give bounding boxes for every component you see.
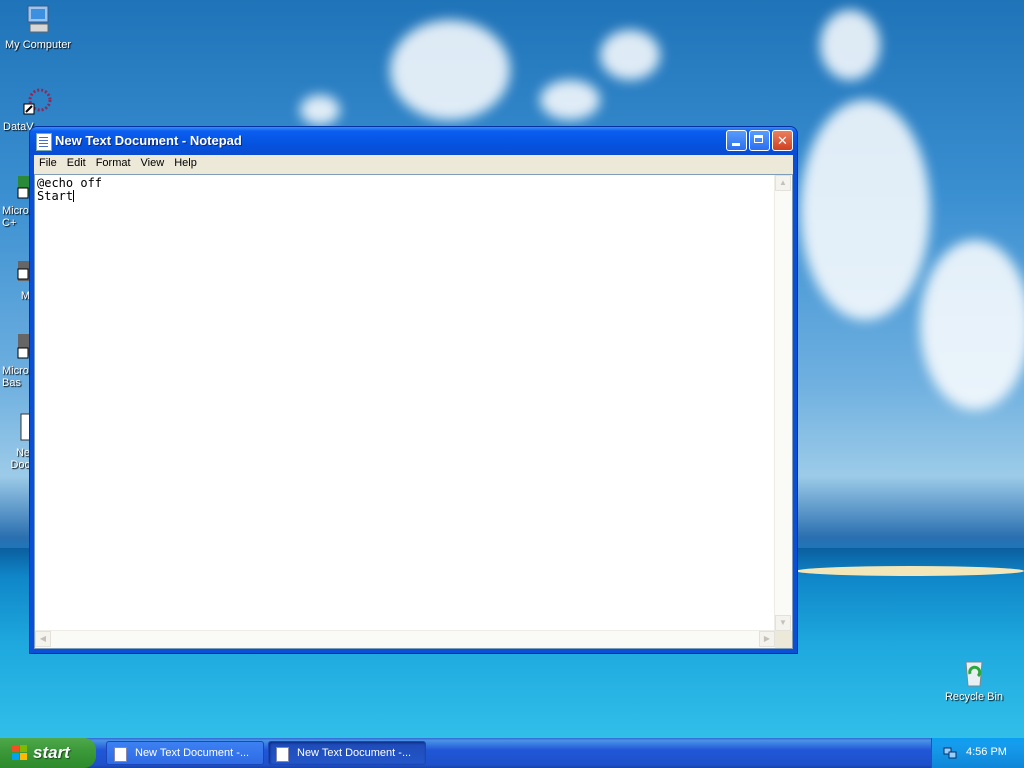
island (796, 566, 1024, 576)
start-label: start (33, 743, 70, 762)
cloud (300, 95, 340, 125)
taskbar: start New Text Document -... New Text Do… (0, 738, 1024, 768)
network-icon[interactable] (943, 746, 957, 760)
text-line-current: Start (37, 190, 775, 203)
maximize-icon (754, 135, 763, 143)
resize-grip[interactable] (775, 631, 792, 648)
computer-icon (22, 4, 54, 36)
notepad-icon (276, 747, 289, 762)
cloud (540, 80, 600, 120)
desktop-icon-datav[interactable]: DataV (0, 86, 52, 133)
windows-logo-icon (12, 745, 28, 761)
taskbar-item-label: New Text Document -... (297, 747, 412, 759)
scroll-left-button[interactable]: ◀ (35, 631, 51, 647)
desktop-icon-label: My Computer (4, 39, 72, 51)
desktop-icon-label: M (20, 290, 30, 302)
desktop-icon-recycle-bin[interactable]: Recycle Bin (936, 656, 1012, 703)
notepad-icon (114, 747, 127, 762)
text-editor[interactable]: @echo off Start ▲ ▼ ◀ ▶ (34, 174, 793, 649)
desktop-icon-my-computer[interactable]: My Computer (0, 4, 76, 51)
cloud (600, 30, 660, 80)
scroll-up-button[interactable]: ▲ (775, 175, 791, 191)
system-tray: 4:56 PM (931, 738, 1024, 768)
desktop-icon-label: Micros C+ (2, 205, 35, 229)
recycle-bin-icon (958, 656, 990, 688)
desktop-icon-label: Recycle Bin (944, 691, 1004, 703)
taskbar-item-label: New Text Document -... (135, 747, 250, 759)
menu-file[interactable]: File (34, 155, 62, 171)
start-button[interactable]: start (0, 738, 96, 768)
text-caret (73, 190, 75, 202)
cloud (390, 20, 510, 120)
cloud (800, 100, 930, 320)
datav-icon (22, 86, 54, 118)
desktop-icon-label: Ne Doc (10, 447, 30, 471)
menu-format[interactable]: Format (91, 155, 136, 171)
horizontal-scrollbar[interactable]: ◀ ▶ (35, 630, 775, 648)
menu-view[interactable]: View (136, 155, 170, 171)
desktop-icon-new-document[interactable]: Ne Doc (0, 412, 32, 471)
scroll-right-button[interactable]: ▶ (759, 631, 775, 647)
minimize-icon (732, 143, 740, 146)
vertical-scrollbar[interactable]: ▲ ▼ (774, 175, 792, 631)
desktop-icon-microsoft-c[interactable]: Micros C+ (0, 170, 35, 229)
notepad-icon[interactable] (36, 133, 52, 151)
menu-bar: File Edit Format View Help (34, 155, 793, 174)
taskbar-item-notepad-1[interactable]: New Text Document -... (106, 741, 264, 765)
text-content[interactable]: @echo off Start (37, 177, 775, 631)
cloud (920, 240, 1024, 410)
menu-edit[interactable]: Edit (62, 155, 91, 171)
minimize-button[interactable] (726, 130, 747, 151)
clock[interactable]: 4:56 PM (966, 746, 1007, 758)
title-bar[interactable]: New Text Document - Notepad ✕ (30, 127, 797, 155)
desktop-icon-label: Micros Bas (2, 365, 35, 389)
cloud (820, 10, 880, 80)
desktop-icon-m[interactable]: M (0, 255, 32, 302)
window-title: New Text Document - Notepad (55, 133, 242, 148)
text-line: @echo off (37, 176, 103, 190)
taskbar-item-notepad-2[interactable]: New Text Document -... (268, 741, 426, 765)
menu-help[interactable]: Help (169, 155, 202, 171)
maximize-button[interactable] (749, 130, 770, 151)
scroll-down-button[interactable]: ▼ (775, 615, 791, 631)
notepad-window[interactable]: New Text Document - Notepad ✕ File Edit Fo… (30, 127, 797, 653)
desktop-icon-microsoft-basic[interactable]: Micros Bas (0, 330, 35, 389)
close-icon: ✕ (777, 133, 788, 148)
close-button[interactable]: ✕ (772, 130, 793, 151)
text-line: Start (37, 189, 74, 203)
